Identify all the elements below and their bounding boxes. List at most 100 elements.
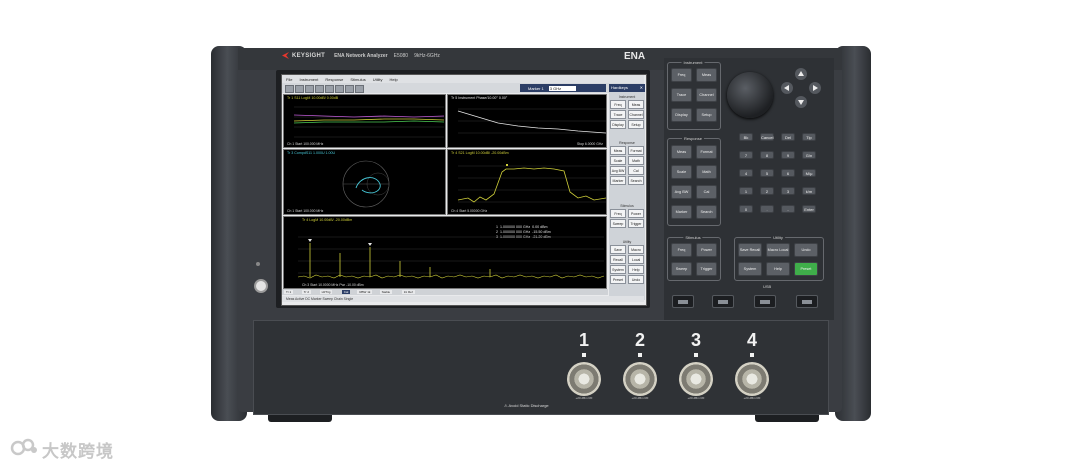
softkey-freq[interactable]: Freq — [610, 100, 626, 109]
softkey-avg-bw[interactable]: Avg BW — [610, 166, 626, 175]
key-sweep[interactable]: Sweep — [671, 262, 692, 276]
numkey-m[interactable]: M/μ — [802, 169, 816, 177]
marker-control[interactable]: Marker 1 3 GHz — [520, 84, 606, 92]
status-tab[interactable]: RBW 1k — [357, 290, 373, 294]
softkey-help[interactable]: Help — [628, 265, 644, 274]
softkey-save[interactable]: Save — [610, 245, 626, 254]
rf-connector-3[interactable] — [679, 362, 713, 396]
numkey-tip[interactable]: Tip — [802, 133, 816, 141]
softkey-format[interactable]: Format — [628, 146, 644, 155]
softkey-meas[interactable]: Meas — [628, 100, 644, 109]
softkey-sweep[interactable]: Sweep — [610, 219, 626, 228]
menu-instrument[interactable]: Instrument — [299, 77, 318, 82]
numkey-2[interactable]: 2 — [760, 187, 774, 195]
toolbar-button[interactable] — [355, 85, 364, 93]
softkey-undo[interactable]: Undo — [628, 275, 644, 284]
softkey-trace[interactable]: Trace — [610, 110, 626, 119]
key-trace[interactable]: Trace — [671, 88, 692, 102]
usb-port[interactable] — [796, 295, 818, 308]
plot-s11[interactable]: Tr 1 S11 LogM 10.00dB/ 0.00dB Ch 1 Start… — [283, 94, 446, 148]
softkey-preset[interactable]: Preset — [610, 275, 626, 284]
softkey-display[interactable]: Display — [610, 120, 626, 129]
menu-utility[interactable]: Utility — [373, 77, 383, 82]
power-button[interactable] — [254, 279, 268, 293]
numkey-k-m[interactable]: k/m — [802, 187, 816, 195]
rf-connector-1[interactable] — [567, 362, 601, 396]
softkey-search[interactable]: Search — [628, 176, 644, 185]
key-display[interactable]: Display — [671, 108, 692, 122]
numkey-1[interactable]: 1 — [739, 187, 753, 195]
close-icon[interactable]: ✕ — [640, 84, 643, 92]
rf-connector-2[interactable] — [623, 362, 657, 396]
key-setup[interactable]: Setup — [696, 108, 717, 122]
key-avg-bw[interactable]: Avg BW — [671, 185, 692, 199]
softkey-channel[interactable]: Channel — [628, 110, 644, 119]
numkey-cancel[interactable]: Cancel — [760, 133, 774, 141]
softkey-scale[interactable]: Scale — [610, 156, 626, 165]
numkey-[interactable]: . — [760, 205, 774, 213]
toolbar-button[interactable] — [325, 85, 334, 93]
numkey-8[interactable]: 8 — [760, 151, 774, 159]
toolbar-button[interactable] — [285, 85, 294, 93]
key-freq[interactable]: Freq — [671, 243, 692, 257]
status-tab[interactable]: Cal — [341, 290, 351, 294]
numkey-6[interactable]: 6 — [781, 169, 795, 177]
softkey-freq[interactable]: Freq — [610, 209, 626, 218]
toolbar-button[interactable] — [315, 85, 324, 93]
rf-connector-4[interactable] — [735, 362, 769, 396]
numkey-9[interactable]: 9 — [781, 151, 795, 159]
key-meas[interactable]: Meas — [696, 68, 717, 82]
softkey-power[interactable]: Power — [628, 209, 644, 218]
key-freq[interactable]: Freq — [671, 68, 692, 82]
status-tab[interactable]: Tr 1 — [284, 290, 294, 294]
softkey-setup[interactable]: Setup — [628, 120, 644, 129]
softkey-macro[interactable]: Macro — [628, 245, 644, 254]
key-macro-local[interactable]: Macro Local — [766, 243, 790, 257]
key-format[interactable]: Format — [696, 145, 717, 159]
rotary-knob[interactable] — [727, 72, 773, 118]
numkey-del[interactable]: Del — [781, 133, 795, 141]
toolbar-button[interactable] — [295, 85, 304, 93]
key-marker[interactable]: Marker — [671, 205, 692, 219]
numkey-7[interactable]: 7 — [739, 151, 753, 159]
softkey-recall[interactable]: Recall — [610, 255, 626, 264]
numkey-[interactable]: - — [781, 205, 795, 213]
plot-smith[interactable]: Tr 3 CompdS11 1.000U 1.00U Ch 1 Start 10… — [283, 149, 446, 215]
key-meas[interactable]: Meas — [671, 145, 692, 159]
toolbar-button[interactable] — [305, 85, 314, 93]
key-math[interactable]: Math — [696, 165, 717, 179]
plot-bandpass[interactable]: Tr 4 S21 LogM 10.00dB/ -20.00dBm Ch 4 St… — [447, 149, 607, 215]
usb-port[interactable] — [754, 295, 776, 308]
key-save-recall[interactable]: Save Recall — [738, 243, 762, 257]
usb-port[interactable] — [712, 295, 734, 308]
key-channel[interactable]: Channel — [696, 88, 717, 102]
softkey-meas[interactable]: Meas — [610, 146, 626, 155]
numkey-enter[interactable]: Enter — [802, 205, 816, 213]
menu-stimulus[interactable]: Stimulus — [350, 77, 365, 82]
key-undo[interactable]: Undo — [794, 243, 818, 257]
toolbar-button[interactable] — [335, 85, 344, 93]
menu-help[interactable]: Help — [390, 77, 398, 82]
key-cal[interactable]: Cal — [696, 185, 717, 199]
numkey-g-n[interactable]: G/n — [802, 151, 816, 159]
key-system[interactable]: System — [738, 262, 762, 276]
numkey-0[interactable]: 0 — [739, 205, 753, 213]
toolbar-button[interactable] — [345, 85, 354, 93]
numkey-5[interactable]: 5 — [760, 169, 774, 177]
status-tab[interactable]: Int Ref — [401, 290, 415, 294]
softkey-trigger[interactable]: Trigger — [628, 219, 644, 228]
key-power[interactable]: Power — [696, 243, 717, 257]
key-trigger[interactable]: Trigger — [696, 262, 717, 276]
menu-response[interactable]: Response — [325, 77, 343, 82]
numkey-3[interactable]: 3 — [781, 187, 795, 195]
numkey-4[interactable]: 4 — [739, 169, 753, 177]
key-help[interactable]: Help — [766, 262, 790, 276]
softkey-local[interactable]: Local — [628, 255, 644, 264]
status-tab[interactable]: Tr 2 — [301, 290, 312, 294]
key-preset[interactable]: Preset — [794, 262, 818, 276]
key-search[interactable]: Search — [696, 205, 717, 219]
usb-port[interactable] — [672, 295, 694, 308]
softkey-system[interactable]: System — [610, 265, 626, 274]
softkey-cal[interactable]: Cal — [628, 166, 644, 175]
status-tab[interactable]: LRTrig — [319, 290, 333, 294]
